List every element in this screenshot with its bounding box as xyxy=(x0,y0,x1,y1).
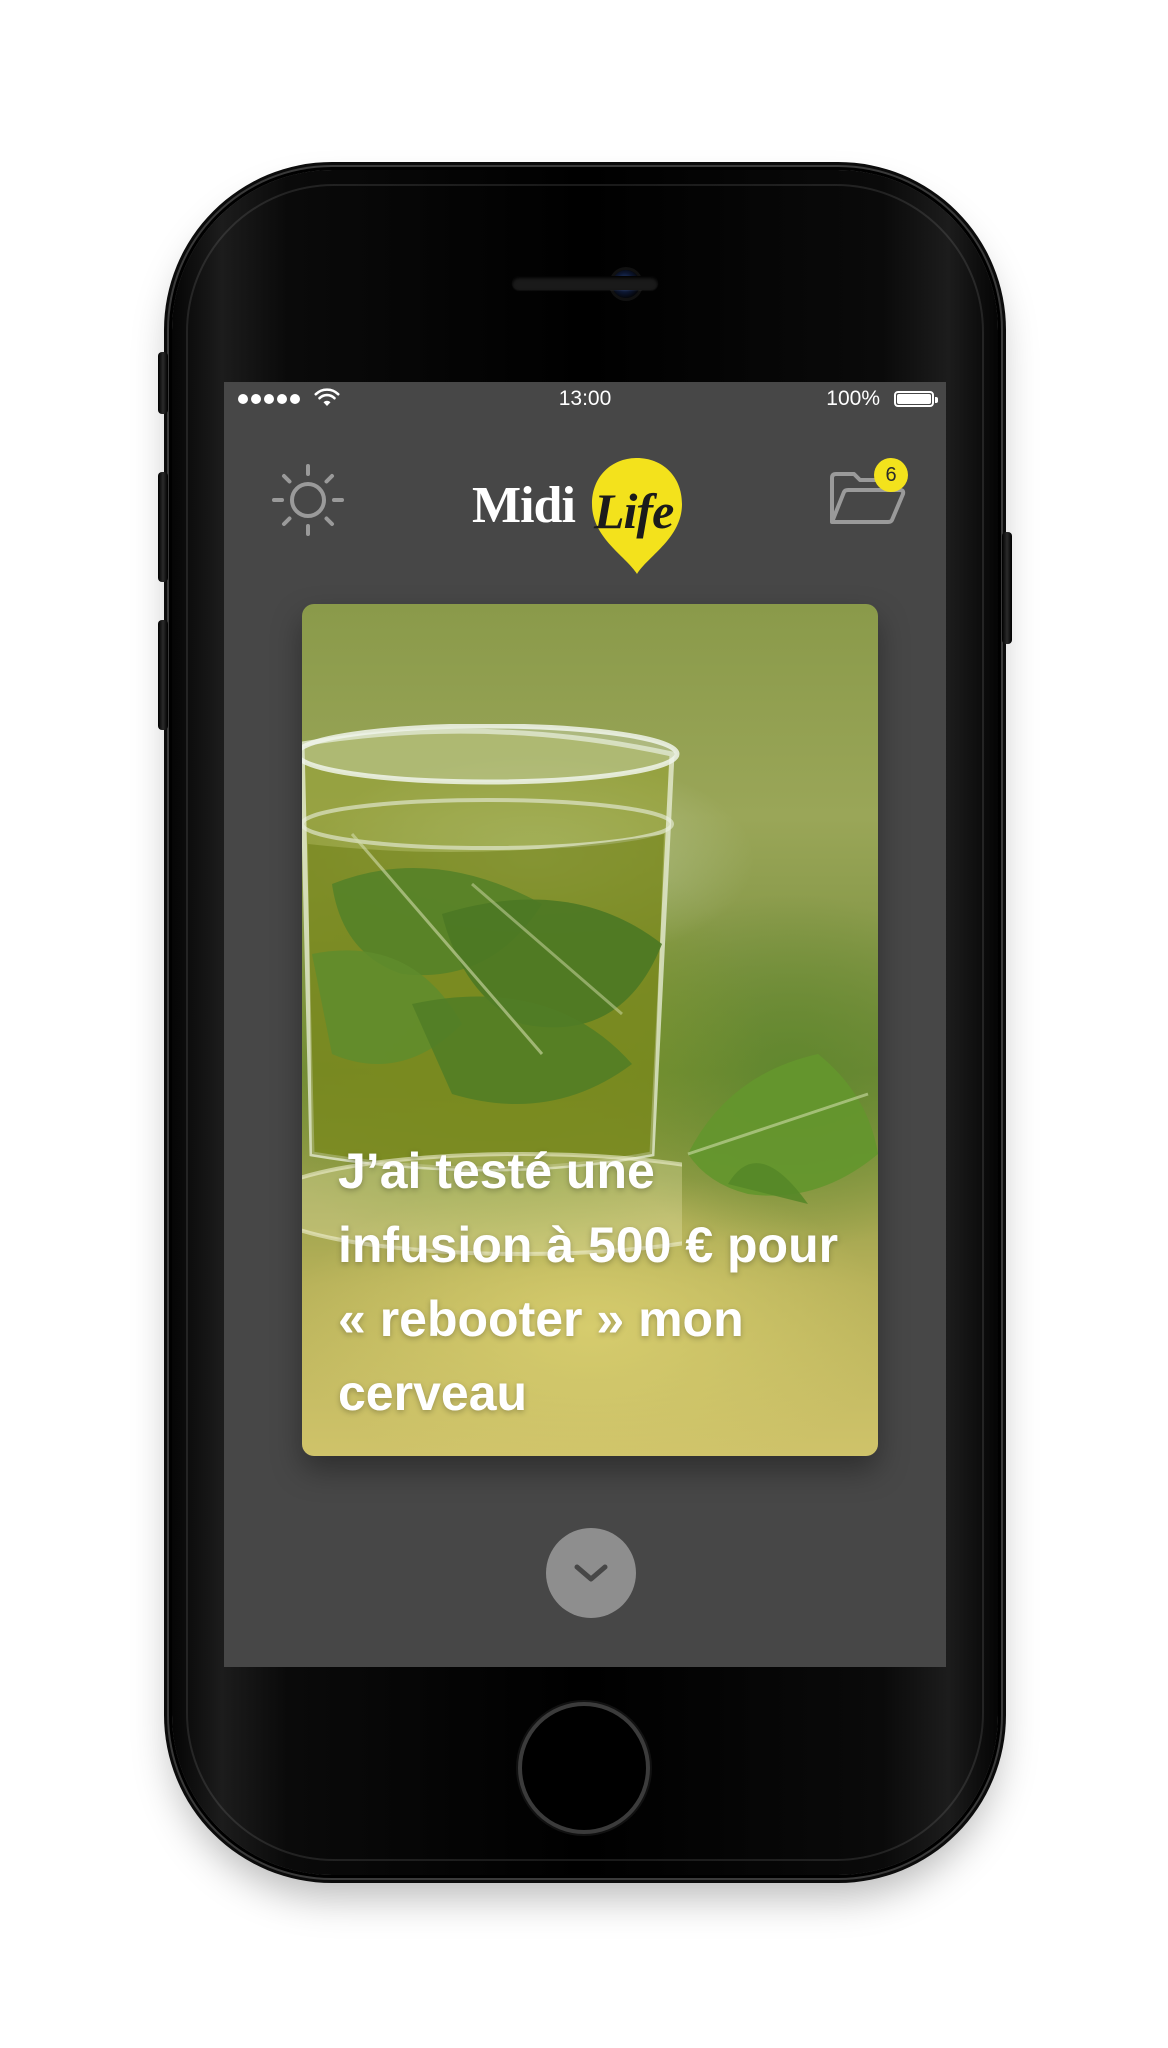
article-title: J’ai testé une infusion à 500 € pour « r… xyxy=(338,1143,839,1421)
page-canvas: 13:00 100% Midi Life 6 J’ai testé une in… xyxy=(0,0,1168,2048)
logo-life-text: Life xyxy=(594,483,674,539)
volume-up-button xyxy=(158,472,168,582)
battery-percentage: 100% xyxy=(826,387,880,410)
theme-toggle-button[interactable] xyxy=(268,460,348,540)
volume-down-button xyxy=(158,620,168,730)
battery-full-icon xyxy=(894,391,938,407)
midi-life-logo: Midi Life xyxy=(472,456,702,576)
earpiece-speaker xyxy=(512,276,658,290)
app-screen: 13:00 100% Midi Life 6 J’ai testé une in… xyxy=(224,382,946,1667)
saved-count-badge: 6 xyxy=(874,458,908,492)
app-header: Midi Life 6 xyxy=(224,416,946,574)
logo-midi-text: Midi xyxy=(472,477,576,534)
status-bar: 13:00 100% xyxy=(224,382,946,416)
phone-frame: 13:00 100% Midi Life 6 J’ai testé une in… xyxy=(158,170,1012,1875)
chevron-down-icon xyxy=(574,1564,608,1582)
power-button xyxy=(1002,532,1012,644)
home-button[interactable] xyxy=(518,1702,650,1834)
mute-switch xyxy=(158,352,168,414)
scroll-down-button[interactable] xyxy=(546,1528,636,1618)
sun-icon xyxy=(272,464,344,536)
article-card[interactable]: J’ai testé une infusion à 500 € pour « r… xyxy=(302,604,878,1456)
saved-articles-button[interactable]: 6 xyxy=(826,458,912,534)
